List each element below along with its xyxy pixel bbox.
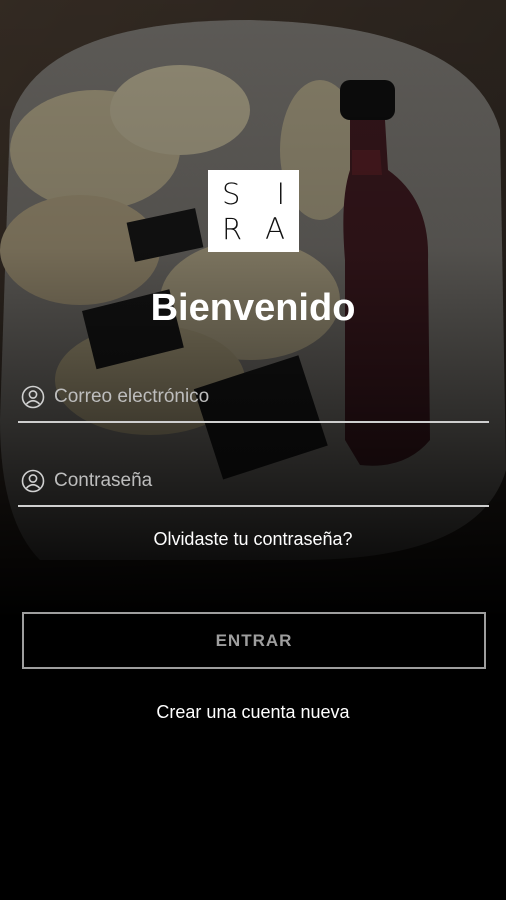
logo-row-bottom: R A: [208, 214, 299, 244]
user-icon: [21, 469, 45, 493]
create-account-link[interactable]: Crear una cuenta nueva: [0, 701, 506, 723]
forgot-password-link[interactable]: Olvidaste tu contraseña?: [0, 528, 506, 550]
sira-logo: S I R A: [208, 170, 299, 252]
login-screen: S I R A Bienvenido Olvidaste tu contrase…: [0, 0, 506, 900]
email-field[interactable]: [18, 377, 489, 423]
logo-row-top: S I: [208, 179, 299, 209]
welcome-title: Bienvenido: [150, 287, 356, 329]
logo-letter: I: [276, 177, 285, 211]
logo-letter: S: [222, 177, 241, 211]
enter-button[interactable]: ENTRAR: [22, 612, 486, 669]
password-input[interactable]: [54, 465, 474, 497]
logo-letter: A: [265, 212, 285, 246]
email-input[interactable]: [54, 381, 474, 413]
logo-letter: R: [222, 212, 243, 246]
password-field[interactable]: [18, 461, 489, 507]
user-icon: [21, 385, 45, 409]
